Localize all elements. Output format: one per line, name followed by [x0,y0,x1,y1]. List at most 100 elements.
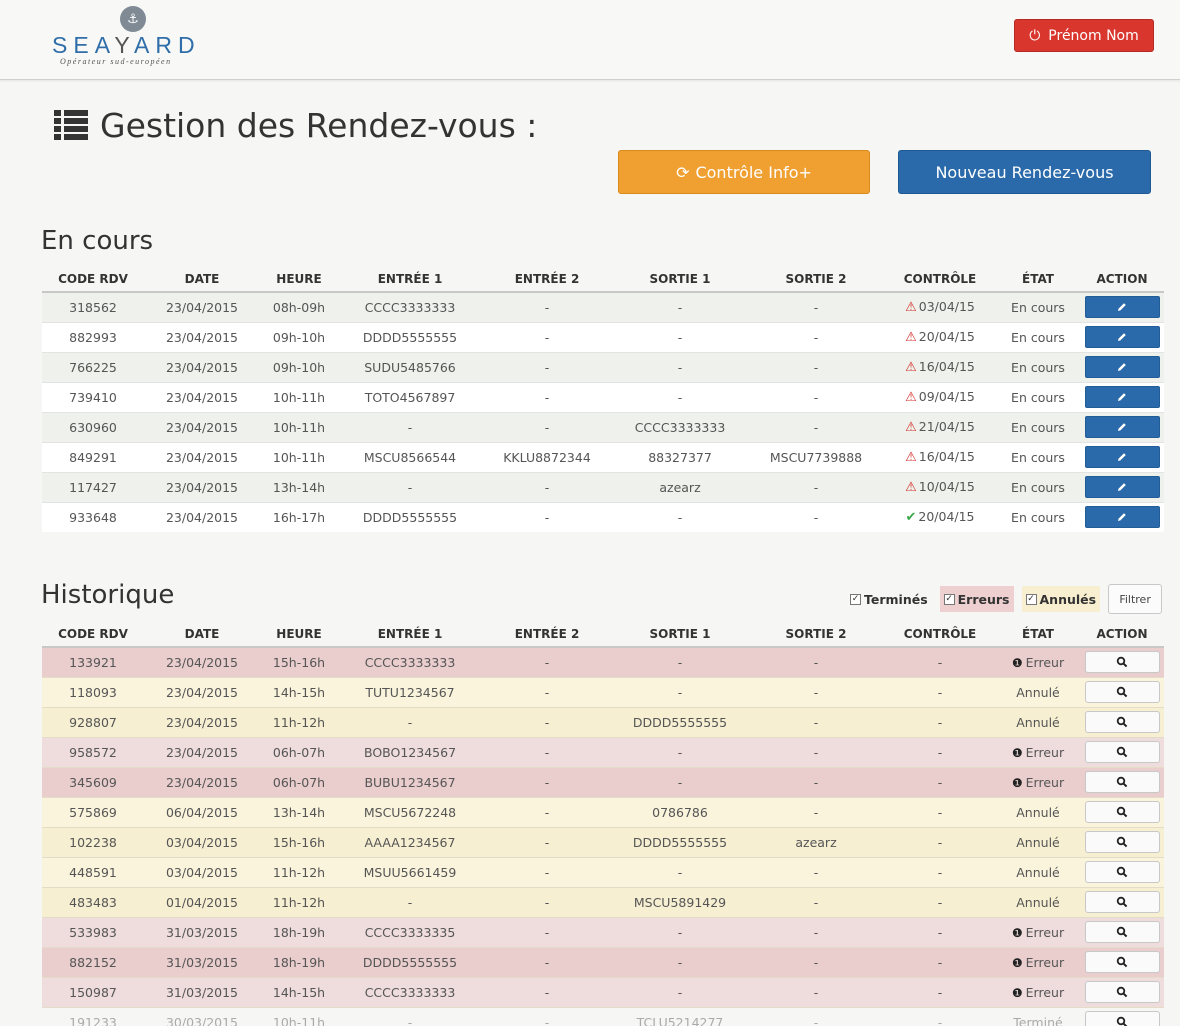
warning-icon: ⚠ [905,300,917,316]
column-header: DATE [144,266,260,293]
cell-action [1080,646,1164,677]
cell-code: 882993 [42,321,144,352]
cell-e2: KKLU8872344 [482,441,612,472]
column-header: ACTION [1080,266,1164,293]
filter-button[interactable]: Filtrer [1108,584,1163,614]
view-button[interactable] [1084,651,1160,674]
cell-s2: - [748,1006,884,1026]
cell-controle: - [884,916,996,947]
cell-e2: - [482,501,612,532]
filter-annules[interactable]: ✓ Annulés [1021,586,1101,612]
edit-button[interactable] [1084,476,1160,498]
view-button[interactable] [1084,1011,1160,1026]
warning-icon: ⚠ [905,480,917,495]
cell-s1: - [612,856,748,887]
view-button[interactable] [1084,831,1160,853]
filter-erreurs[interactable]: ✓ Erreurs [939,586,1014,612]
list-icon [54,110,88,140]
view-button[interactable] [1084,921,1160,943]
view-button[interactable] [1084,891,1160,913]
etat-label: Erreur [1025,744,1065,760]
cell-s1: DDDD5555555 [612,706,748,737]
cell-controle: - [884,766,996,797]
cell-code: 118093 [42,676,144,707]
pencil-icon [1118,453,1126,461]
table-row: 882152 31/03/2015 18h-19h DDDD5555555- - - - ❶ E… [42,946,1164,977]
cell-action [1080,826,1164,857]
column-header: ACTION [1080,621,1164,648]
cell-date: 23/04/2015 [144,321,260,352]
user-logout-button[interactable]: ⏻ Prénom Nom [1014,19,1154,52]
filter-termines[interactable]: ✓ Terminés [846,586,932,612]
edit-button[interactable] [1084,326,1160,348]
cell-etat: En cours [996,381,1080,412]
checkbox-checked-icon[interactable]: ✓ [850,593,861,605]
check-icon: ✔ [905,510,917,526]
cell-s1: DDDD5555555 [612,826,748,857]
edit-button[interactable] [1084,296,1160,319]
cell-date: 23/04/2015 [144,411,260,442]
cell-s1: - [612,291,748,322]
cell-s1: - [612,736,748,767]
cell-s2: - [748,676,884,707]
cell-heure: 14h-15h [260,976,338,1007]
pencil-icon [1118,363,1126,371]
view-button[interactable] [1084,711,1160,733]
view-button[interactable] [1084,981,1160,1003]
cell-date: 31/03/2015 [144,976,260,1007]
cell-action [1080,501,1164,532]
cell-e1: BUBU1234567 [338,766,482,797]
view-button[interactable] [1084,681,1160,703]
cell-s1: - [612,351,748,382]
table-row: 118093 23/04/2015 14h-15h TUTU1234567- - - - An… [42,676,1164,707]
controle-date: 09/04/15 [918,389,975,404]
controle-date: 20/04/15 [918,509,975,525]
cell-code: 483483 [42,886,144,917]
search-icon [1116,716,1128,728]
new-appointment-button[interactable]: Nouveau Rendez-vous [898,150,1151,194]
edit-button[interactable] [1084,386,1160,408]
etat-label: Erreur [1025,954,1065,970]
search-icon [1116,1017,1128,1026]
cell-action [1080,411,1164,442]
view-button[interactable] [1084,741,1160,763]
view-button[interactable] [1084,861,1160,883]
cell-heure: 10h-11h [260,1006,338,1026]
cell-controle: - [884,946,996,977]
etat-label: Annulé [1016,684,1060,700]
cell-s1: - [612,766,748,797]
cell-e1: BOBO1234567 [338,736,482,767]
cell-s2: - [748,736,884,767]
seayard-logo[interactable]: ⚓ SEAYARD Opérateur sud-européen [52,6,232,70]
cell-date: 23/04/2015 [144,676,260,707]
cell-etat: En cours [996,441,1080,472]
edit-button[interactable] [1084,446,1160,468]
refresh-icon: ⟳ [676,162,690,182]
cell-etat: ❶ Erreur [996,646,1080,677]
column-header: HEURE [260,621,338,648]
warning-icon: ⚠ [905,420,917,435]
edit-button[interactable] [1084,506,1160,529]
etat-label: Erreur [1025,984,1065,1000]
search-icon [1116,657,1128,668]
edit-button[interactable] [1084,416,1160,438]
checkbox-checked-icon[interactable]: ✓ [943,593,955,605]
cell-code: 448591 [42,856,144,887]
edit-button[interactable] [1084,356,1160,378]
view-button[interactable] [1084,801,1160,823]
page-title-text: Gestion des Rendez-vous : [100,105,538,145]
cell-s1: - [612,501,748,532]
cell-action [1080,471,1164,502]
cell-action [1080,321,1164,352]
checkbox-checked-icon[interactable]: ✓ [1025,593,1037,605]
cell-controle: ⚠ 21/04/15 [884,411,996,442]
cell-etat: ❶ Erreur [996,736,1080,767]
view-button[interactable] [1084,771,1160,793]
search-icon [1116,776,1128,788]
cell-e2: - [482,886,612,917]
cell-action [1080,381,1164,412]
cell-s2: - [748,946,884,977]
controle-info-button[interactable]: ⟳ Contrôle Info+ [618,150,870,194]
view-button[interactable] [1084,951,1160,973]
cell-action [1080,766,1164,797]
